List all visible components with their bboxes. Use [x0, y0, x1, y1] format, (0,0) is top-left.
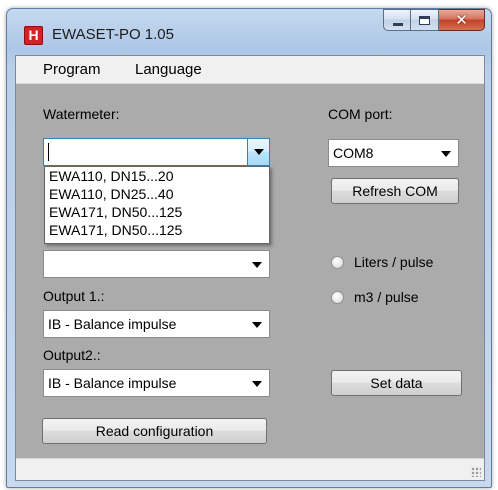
watermeter-label: Watermeter: — [43, 106, 120, 122]
read-configuration-button[interactable]: Read configuration — [42, 418, 267, 444]
resize-grip-icon[interactable] — [471, 467, 481, 477]
com-port-label: COM port: — [328, 106, 393, 122]
output1-label: Output 1.: — [43, 288, 105, 304]
secondary-select[interactable] — [43, 250, 270, 278]
text-caret — [48, 143, 49, 161]
radio-liters-icon[interactable] — [331, 255, 344, 269]
m3-per-pulse-option[interactable]: m3 / pulse — [331, 289, 419, 305]
chevron-down-icon — [252, 322, 262, 328]
output2-label: Output2.: — [43, 347, 101, 363]
com-port-value: COM8 — [333, 145, 374, 161]
m3-per-pulse-label: m3 / pulse — [354, 289, 419, 305]
app-window: H EWASET-PO 1.05 ✕ Program Language Wate… — [6, 8, 492, 488]
menu-language[interactable]: Language — [135, 61, 202, 78]
dropdown-option[interactable]: EWA110, DN25...40 — [45, 185, 269, 203]
window-title: EWASET-PO 1.05 — [52, 26, 174, 43]
title-bar[interactable]: H EWASET-PO 1.05 ✕ — [7, 9, 491, 55]
output1-value: IB - Balance impulse — [48, 316, 177, 332]
chevron-down-icon — [252, 262, 262, 268]
watermeter-select[interactable] — [43, 138, 270, 166]
watermeter-dropdown-list: EWA110, DN15...20 EWA110, DN25...40 EWA1… — [44, 166, 270, 244]
maximize-icon — [419, 16, 430, 25]
output1-select[interactable]: IB - Balance impulse — [43, 310, 270, 338]
app-logo-icon: H — [24, 26, 43, 45]
close-icon: ✕ — [455, 12, 468, 29]
com-port-select[interactable]: COM8 — [328, 139, 459, 167]
chevron-down-icon — [252, 381, 262, 387]
maximize-button[interactable] — [411, 9, 439, 31]
chevron-down-icon — [254, 149, 264, 155]
minimize-button[interactable] — [383, 9, 411, 31]
refresh-com-button[interactable]: Refresh COM — [331, 178, 459, 204]
menu-bar: Program Language — [16, 56, 484, 84]
dropdown-option[interactable]: EWA110, DN15...20 — [45, 167, 269, 185]
watermeter-dropdown-button[interactable] — [247, 139, 269, 165]
minimize-icon — [393, 23, 403, 26]
caption-buttons: ✕ — [383, 9, 485, 31]
set-data-button[interactable]: Set data — [331, 370, 462, 396]
output2-select[interactable]: IB - Balance impulse — [43, 369, 270, 397]
close-button[interactable]: ✕ — [439, 9, 485, 31]
menu-program[interactable]: Program — [43, 61, 101, 78]
status-bar — [16, 458, 484, 480]
dropdown-option[interactable]: EWA171, DN50...125 — [45, 221, 269, 239]
dropdown-option[interactable]: EWA171, DN50...125 — [45, 203, 269, 221]
client-area: Program Language Watermeter: Output 1.: … — [15, 55, 485, 481]
liters-per-pulse-label: Liters / pulse — [354, 254, 434, 270]
chevron-down-icon — [441, 151, 451, 157]
liters-per-pulse-option[interactable]: Liters / pulse — [331, 254, 433, 270]
output2-value: IB - Balance impulse — [48, 375, 177, 391]
radio-m3-icon[interactable] — [331, 290, 344, 304]
